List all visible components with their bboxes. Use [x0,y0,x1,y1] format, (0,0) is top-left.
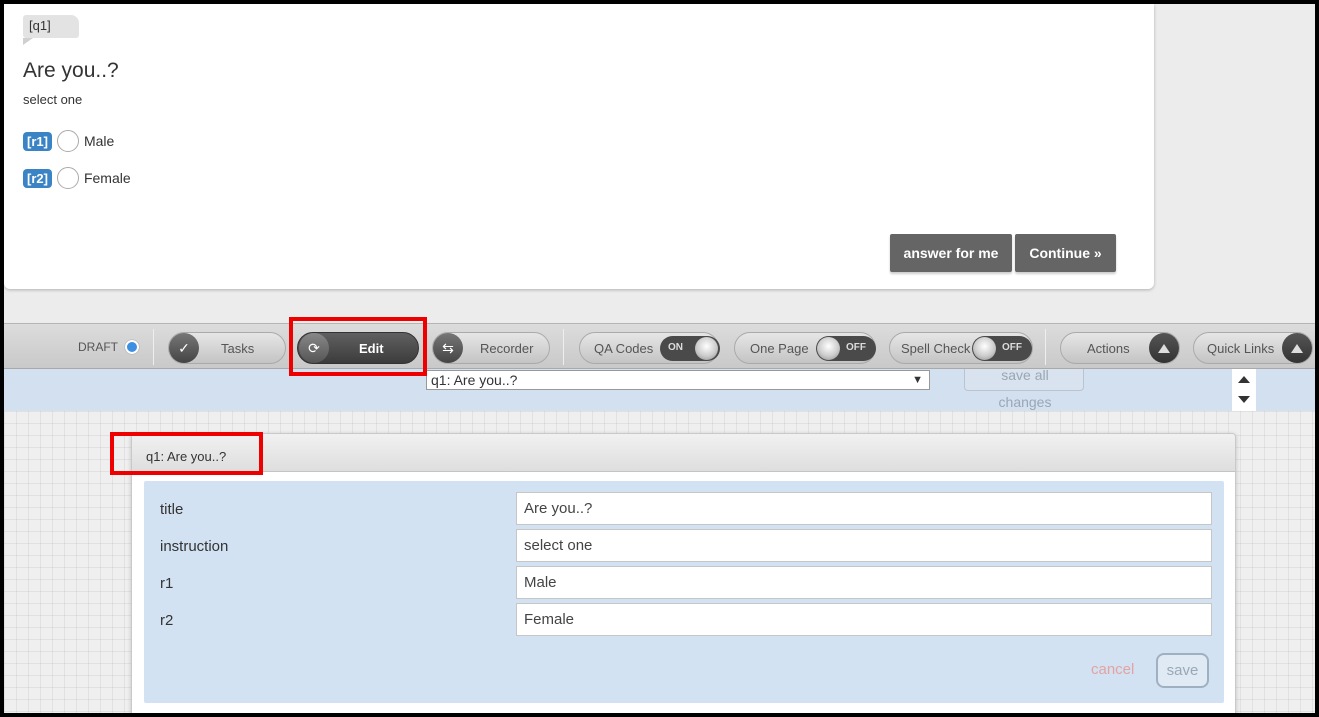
answer-label[interactable]: Male [84,133,114,149]
answer-for-me-button[interactable]: answer for me [890,234,1012,272]
question-selector-bar: q1: Are you..? ▼ save all changes [4,367,1315,411]
save-all-line: save all [1001,367,1049,383]
recorder-icon: ⇆ [433,333,463,363]
toggle-dial-icon [973,337,996,360]
question-select[interactable]: q1: Are you..? ▼ [426,370,930,390]
instruction-field[interactable] [516,529,1212,562]
one-page-switch[interactable]: OFF [816,336,876,361]
one-page-label: One Page [750,340,809,356]
r2-field[interactable] [516,603,1212,636]
toggle-dial-icon [695,337,718,360]
answer-label[interactable]: Female [84,170,131,186]
toggle-dial-icon [817,337,840,360]
recorder-label: Recorder [480,340,534,356]
recorder-button[interactable]: ⇆ Recorder [432,332,550,364]
survey-preview: [q1] Are you..? select one [r1] Male [r2… [4,4,1154,289]
one-page-state: OFF [846,342,866,353]
question-instruction: select one [23,92,83,107]
qa-codes-state: ON [668,342,683,353]
field-label-instruction: instruction [160,538,229,555]
save-all-changes-button[interactable]: save all changes [964,367,1084,410]
edit-button-highlight [289,317,427,376]
panel-header: q1: Are you..? [132,434,1235,472]
draft-indicator-icon [125,340,139,354]
field-label-r2: r2 [160,612,174,629]
triangle-up-icon [1282,333,1312,363]
answer-option[interactable]: [r1] Male [23,130,114,152]
app-frame: [q1] Are you..? select one [r1] Male [r2… [4,4,1315,713]
spell-check-switch[interactable]: OFF [972,336,1032,361]
quick-links-label: Quick Links [1207,340,1275,356]
save-button[interactable]: save [1156,653,1209,688]
r1-field[interactable] [516,566,1212,599]
qa-codes-toggle[interactable]: QA Codes ON [579,332,720,364]
selected-question: q1: Are you..? [431,372,518,388]
question-title: Are you..? [23,59,119,82]
title-field[interactable] [516,492,1212,525]
qa-codes-switch[interactable]: ON [660,336,720,361]
panel-title-highlight [110,432,263,475]
cancel-link[interactable]: cancel [1091,661,1134,678]
toolbar-divider [153,329,154,365]
continue-button[interactable]: Continue » [1015,234,1116,272]
tasks-button[interactable]: ✓ Tasks [168,332,286,364]
radio-button[interactable] [56,167,79,189]
toolbar-divider [1045,329,1046,365]
dropdown-caret-icon: ▼ [912,374,923,386]
question-tag: [q1] [23,15,79,45]
spell-check-state: OFF [1002,342,1022,353]
spell-check-label: Spell Check [901,340,971,356]
actions-menu-button[interactable]: Actions [1060,332,1180,364]
toolbar-divider [563,329,564,365]
field-label-title: title [160,501,184,518]
field-label-r1: r1 [160,575,174,592]
toolbar: DRAFT ✓ Tasks ⟳ Edit ⇆ Recorder QA Codes… [4,323,1315,369]
quick-links-menu-button[interactable]: Quick Links [1193,332,1313,364]
one-page-toggle[interactable]: One Page OFF [734,332,876,364]
scroll-buttons [1232,369,1256,411]
triangle-up-icon [1149,333,1179,363]
spell-check-toggle[interactable]: Spell Check OFF [889,332,1033,364]
question-editor-panel: q1: Are you..? title instruction r1 r2 c… [131,433,1236,713]
qa-codes-label: QA Codes [594,340,654,356]
checkmark-icon: ✓ [169,333,199,363]
save-all-line: changes [998,394,1052,410]
scroll-up-icon[interactable] [1238,376,1250,383]
draft-status: DRAFT [78,340,139,354]
answer-option[interactable]: [r2] Female [23,167,131,189]
row-badge: [r2] [23,168,52,188]
actions-label: Actions [1087,340,1130,356]
panel-body: title instruction r1 r2 cancel save [144,481,1224,703]
scroll-down-icon[interactable] [1238,396,1250,403]
row-badge: [r1] [23,131,52,151]
radio-button[interactable] [56,130,79,152]
tasks-label: Tasks [221,340,255,356]
draft-label: DRAFT [78,340,118,354]
